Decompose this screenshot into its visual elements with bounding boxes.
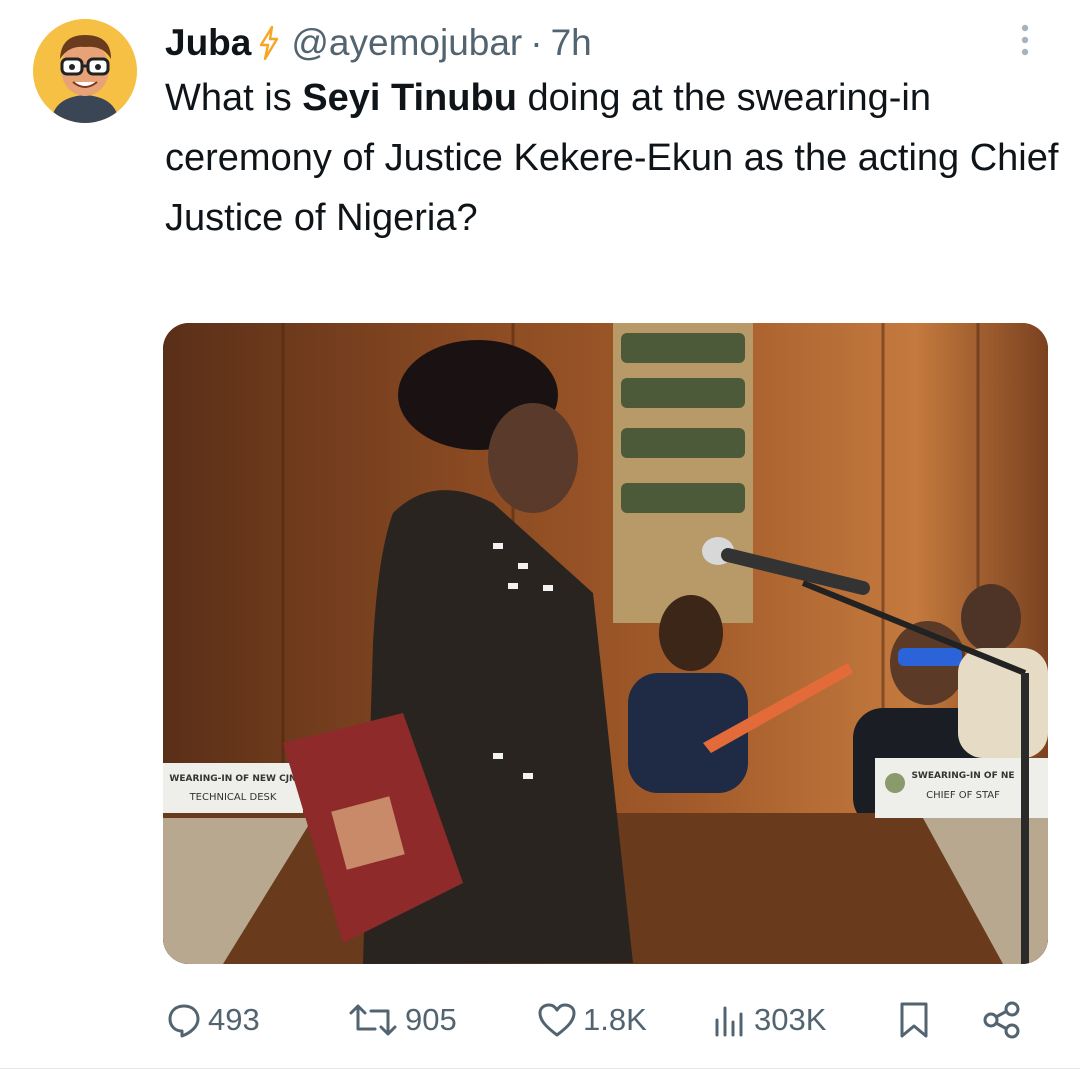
views-icon — [715, 1006, 743, 1037]
views-count: 303K — [754, 1002, 827, 1037]
repost-icon — [349, 1004, 397, 1036]
repost-count: 905 — [405, 1002, 457, 1037]
reply-count: 493 — [208, 1002, 260, 1037]
right-desk-sign-line1: SWEARING-IN OF NE — [911, 771, 1014, 781]
timestamp[interactable]: 7h — [551, 22, 592, 64]
views-button[interactable]: 303K — [712, 990, 826, 1050]
avatar-image — [33, 19, 137, 123]
tweet-text: What is Seyi Tinubu doing at the swearin… — [165, 68, 1065, 248]
reply-icon — [168, 1004, 200, 1038]
repost-button[interactable]: 905 — [347, 990, 457, 1050]
tweet-actions: 493 905 1.8K 303K — [0, 990, 1080, 1050]
bookmark-icon — [900, 1002, 928, 1038]
author-name[interactable]: Juba — [165, 22, 251, 64]
bookmark-button[interactable] — [896, 990, 938, 1050]
mentioned-name: Seyi Tinubu — [302, 77, 517, 119]
more-vertical-icon[interactable] — [1005, 20, 1045, 60]
tweet-media-image[interactable]: WEARING-IN OF NEW CJN TECHNICAL DESK SWE… — [163, 323, 1048, 964]
share-icon — [983, 1001, 1020, 1039]
tweet-divider — [0, 1068, 1080, 1069]
author-handle[interactable]: @ayemojubar — [291, 22, 522, 64]
reply-button[interactable]: 493 — [166, 990, 260, 1050]
share-button[interactable] — [982, 990, 1028, 1050]
heart-icon — [538, 1003, 576, 1037]
separator-dot: · — [530, 22, 543, 63]
tweet-text-part: What is — [165, 77, 303, 119]
like-count: 1.8K — [583, 1002, 647, 1037]
left-desk-sign-line2: TECHNICAL DESK — [189, 792, 277, 803]
avatar[interactable] — [33, 19, 137, 123]
left-desk-sign-line1: WEARING-IN OF NEW CJN — [169, 774, 296, 784]
lightning-bolt-icon — [259, 26, 279, 60]
tweet-header: Juba @ayemojubar · 7h — [165, 18, 592, 68]
ceremony-photo: WEARING-IN OF NEW CJN TECHNICAL DESK SWE… — [163, 323, 1048, 964]
right-desk-sign-line2: CHIEF OF STAF — [926, 790, 1000, 801]
like-button[interactable]: 1.8K — [537, 990, 647, 1050]
